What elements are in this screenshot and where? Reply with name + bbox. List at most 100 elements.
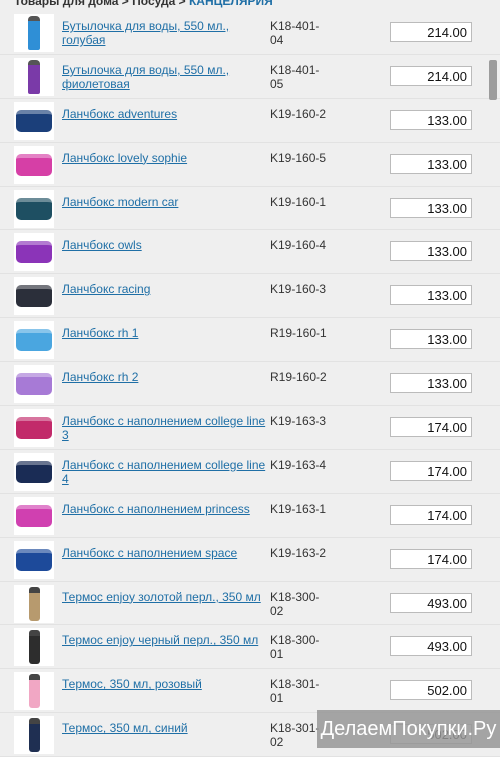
box-icon [16, 109, 52, 132]
product-name-link[interactable]: Термос enjoy золотой перл., 350 мл [62, 590, 272, 604]
product-row: Термос enjoy золотой перл., 350 мл K18-30… [0, 582, 500, 626]
product-list: Бутылочка для воды, 550 мл., голубая K18-… [0, 11, 500, 757]
product-price: 493.00 [390, 592, 472, 613]
product-thumbnail[interactable] [14, 365, 54, 404]
box-icon [16, 329, 52, 352]
product-name-link[interactable]: Ланчбокс lovely sophie [62, 151, 272, 165]
product-row: Ланчбокс owls K19-160-4 133.00 [0, 230, 500, 275]
box-icon [16, 417, 52, 440]
product-price: 174.00 [390, 460, 472, 481]
product-row: Бутылочка для воды, 550 мл., фиолетовая K… [0, 55, 500, 99]
breadcrumb: Товары для дома > Посуда > КАНЦЕЛЯРИЯ [14, 0, 273, 8]
product-sku: K18-401-04 [270, 19, 320, 47]
box-icon [16, 373, 52, 396]
product-sku: K18-300-01 [270, 633, 320, 662]
product-price: 214.00 [390, 22, 472, 42]
thermos-icon [28, 718, 40, 753]
product-name-link[interactable]: Термос enjoy черный перл., 350 мл [62, 633, 272, 647]
product-name-link[interactable]: Ланчбокс с наполнением space [62, 546, 272, 560]
product-thumbnail[interactable] [14, 14, 54, 52]
product-thumbnail[interactable] [14, 628, 54, 667]
product-price: 133.00 [390, 285, 472, 306]
product-thumbnail[interactable] [14, 716, 54, 755]
product-name-link[interactable]: Ланчбокс с наполнением college line 3 [62, 414, 272, 442]
product-row: Ланчбокс lovely sophie K19-160-5 133.00 [0, 143, 500, 187]
product-name-link[interactable]: Ланчбокс с наполнением college line 4 [62, 458, 272, 486]
product-name-link[interactable]: Ланчбокс adventures [62, 107, 272, 121]
product-price: 133.00 [390, 153, 472, 174]
product-thumbnail[interactable] [14, 189, 54, 228]
product-name-link[interactable]: Ланчбокс modern car [62, 195, 272, 209]
product-thumbnail[interactable] [14, 452, 54, 491]
product-sku: K19-163-3 [270, 414, 327, 429]
breadcrumb-path[interactable]: Товары для дома > Посуда > [14, 0, 189, 8]
product-thumbnail[interactable] [14, 672, 54, 711]
product-thumbnail[interactable] [14, 277, 54, 316]
product-row: Ланчбокс с наполнением space K19-163-2 174… [0, 538, 500, 582]
product-name-link[interactable]: Термос, 350 мл, розовый [62, 677, 272, 691]
product-name-link[interactable]: Ланчбокс rh 2 [62, 370, 272, 384]
thermos-icon [28, 674, 40, 709]
box-icon [16, 548, 52, 571]
product-sku: K19-163-1 [270, 501, 327, 516]
product-row: Ланчбокс modern car K19-160-1 133.00 [0, 187, 500, 231]
box-icon [16, 504, 52, 527]
product-price: 174.00 [390, 417, 472, 438]
product-row: Ланчбокс rh 1 R19-160-1 133.00 [0, 318, 500, 363]
watermark: ДелаемПокупки.Ру [317, 710, 500, 748]
product-price: 133.00 [390, 197, 472, 218]
product-price: 174.00 [390, 504, 472, 525]
product-price: 133.00 [390, 373, 472, 394]
product-row: Ланчбокс rh 2 R19-160-2 133.00 [0, 362, 500, 407]
product-row: Ланчбокс с наполнением college line 4 K19… [0, 450, 500, 494]
product-row: Ланчбокс с наполнением princess K19-163-1… [0, 494, 500, 538]
product-price: 502.00 [390, 680, 472, 701]
product-sku: K19-160-5 [270, 150, 327, 165]
product-thumbnail[interactable] [14, 145, 54, 184]
product-row: Ланчбокс racing K19-160-3 133.00 [0, 274, 500, 319]
product-thumbnail[interactable] [14, 321, 54, 360]
scrollbar-thumb[interactable] [489, 60, 497, 100]
product-sku: K19-160-1 [270, 194, 327, 209]
product-sku: R19-160-2 [270, 370, 327, 385]
product-sku: K18-300-02 [270, 589, 320, 618]
box-icon [16, 153, 52, 176]
box-icon [16, 460, 52, 483]
product-name-link[interactable]: Термос, 350 мл, синий [62, 721, 272, 735]
product-thumbnail[interactable] [14, 233, 54, 272]
product-thumbnail[interactable] [14, 57, 54, 96]
thermos-icon [28, 630, 40, 665]
product-sku: K19-160-4 [270, 238, 327, 253]
box-icon [16, 241, 52, 264]
product-sku: K18-301-01 [270, 677, 320, 706]
product-row: Бутылочка для воды, 550 мл., голубая K18-… [0, 11, 500, 55]
product-price: 493.00 [390, 636, 472, 657]
product-name-link[interactable]: Ланчбокс racing [62, 282, 272, 296]
product-sku: K18-401-05 [270, 62, 320, 91]
product-name-link[interactable]: Ланчбокс owls [62, 238, 272, 252]
thermos-icon [28, 586, 40, 621]
product-price: 133.00 [390, 329, 472, 350]
product-row: Термос, 350 мл, розовый K18-301-01 502.00 [0, 669, 500, 714]
bottle-icon [28, 59, 40, 94]
product-sku: K19-163-2 [270, 545, 327, 560]
product-sku: R19-160-1 [270, 326, 327, 341]
product-name-link[interactable]: Бутылочка для воды, 550 мл., голубая [62, 19, 272, 47]
bottle-icon [28, 16, 40, 50]
product-thumbnail[interactable] [14, 584, 54, 623]
product-price: 174.00 [390, 548, 472, 569]
product-sku: K19-163-4 [270, 457, 327, 472]
product-thumbnail[interactable] [14, 409, 54, 448]
product-name-link[interactable]: Ланчбокс с наполнением princess [62, 502, 272, 516]
product-name-link[interactable]: Бутылочка для воды, 550 мл., фиолетовая [62, 63, 272, 91]
product-thumbnail[interactable] [14, 101, 54, 140]
product-sku: K19-160-2 [270, 106, 327, 121]
product-sku: K19-160-3 [270, 282, 327, 297]
product-price: 214.00 [390, 65, 472, 86]
product-thumbnail[interactable] [14, 540, 54, 579]
product-row: Ланчбокс adventures K19-160-2 133.00 [0, 99, 500, 143]
box-icon [16, 197, 52, 220]
product-thumbnail[interactable] [14, 496, 54, 535]
product-name-link[interactable]: Ланчбокс rh 1 [62, 326, 272, 340]
breadcrumb-current[interactable]: КАНЦЕЛЯРИЯ [189, 0, 273, 8]
